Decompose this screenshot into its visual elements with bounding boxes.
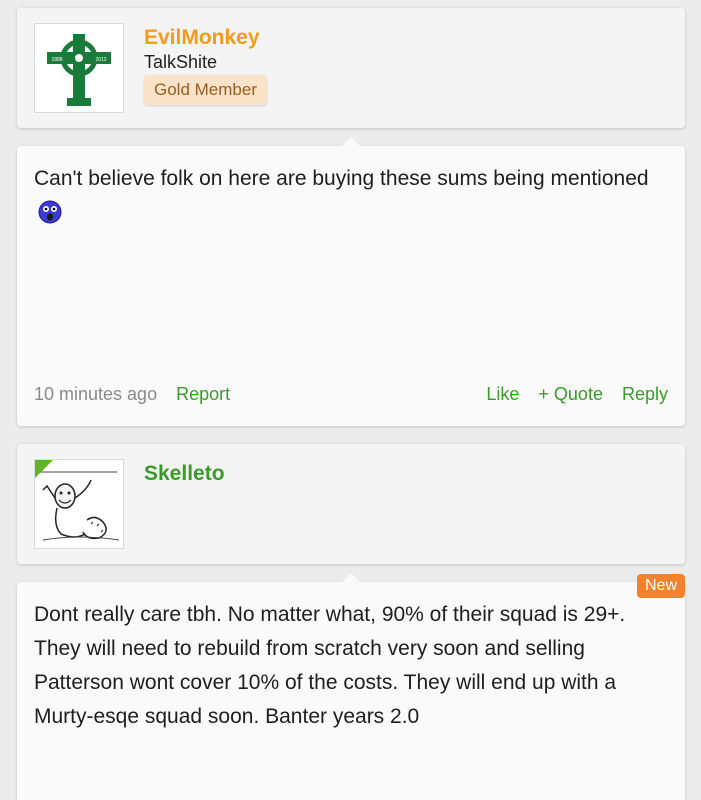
message-card-skelleto: New Dont really care tbh. No matter what… [17, 573, 685, 800]
shocked-face-icon [38, 200, 62, 235]
quote-button[interactable]: + Quote [538, 384, 603, 404]
message-body: Dont really care tbh. No matter what, 90… [34, 598, 668, 734]
post-timestamp[interactable]: 10 minutes ago [34, 384, 157, 404]
message-card-evilmonkey: Can't believe folk on here are buying th… [17, 137, 685, 426]
message-body: Can't believe folk on here are buying th… [34, 162, 668, 235]
post-actions: Like + Quote Reply [472, 384, 668, 405]
member-badge: Gold Member [144, 75, 267, 105]
user-title: TalkShite [144, 52, 218, 72]
reply-button[interactable]: Reply [622, 384, 668, 404]
avatar-year-right: 2013 [95, 57, 106, 63]
avatar-year-left: 1888 [51, 57, 62, 63]
pointer-arrow [342, 573, 360, 582]
username-link[interactable]: EvilMonkey [144, 26, 260, 50]
user-card-evilmonkey: 1888 2013 EvilMonkey TalkShite Gold Memb… [17, 8, 685, 128]
meme-cartoon-avatar-icon [35, 460, 123, 548]
celtic-cross-logo-icon: 1888 2013 [35, 24, 123, 112]
report-link[interactable]: Report [176, 384, 230, 404]
pointer-arrow [342, 137, 360, 146]
message-text: Dont really care tbh. No matter what, 90… [34, 603, 626, 728]
new-badge: New [636, 574, 685, 598]
thread-page: 1888 2013 EvilMonkey TalkShite Gold Memb… [0, 0, 701, 800]
user-card-skelleto: Skelleto [17, 444, 685, 564]
message-footer: 10 minutes ago Report Like + Quote Reply [34, 384, 668, 405]
like-button[interactable]: Like [486, 384, 519, 404]
message-text: Can't believe folk on here are buying th… [34, 167, 649, 190]
username-link[interactable]: Skelleto [144, 462, 225, 486]
avatar[interactable]: 1888 2013 [34, 23, 124, 113]
avatar[interactable] [34, 459, 124, 549]
